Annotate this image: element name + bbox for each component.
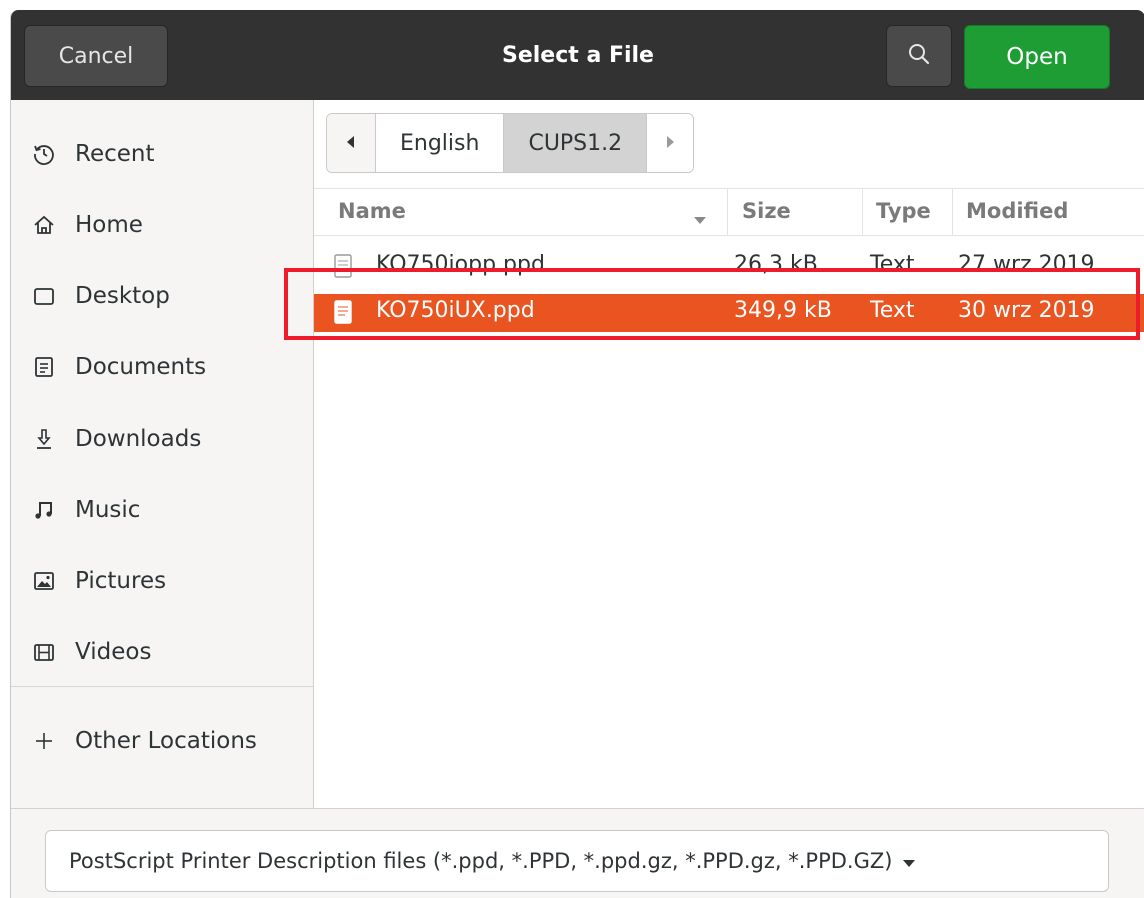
path-crumb-cups[interactable]: CUPS1.2 (504, 114, 648, 172)
sidebar-item-other-locations[interactable]: Other Locations (11, 713, 313, 769)
plus-icon (31, 728, 57, 754)
pictures-icon (31, 568, 57, 594)
sidebar-item-label: Documents (75, 354, 207, 380)
sidebar-item-label: Downloads (75, 426, 202, 452)
column-modified[interactable]: Modified (966, 199, 1068, 223)
search-icon (907, 42, 931, 70)
open-button[interactable]: Open (964, 25, 1110, 89)
sidebar-item-label: Desktop (75, 283, 170, 309)
chevron-down-icon (902, 849, 916, 873)
cancel-button[interactable]: Cancel (24, 25, 168, 87)
sidebar-item-label: Videos (75, 639, 152, 665)
column-name[interactable]: Name (338, 199, 406, 223)
path-crumb-english[interactable]: English (376, 114, 505, 172)
triangle-right-icon (664, 134, 676, 153)
places-sidebar: Recent Home Desktop Documents Downloads (11, 100, 314, 808)
sidebar-item-label: Music (75, 497, 141, 523)
search-button[interactable] (886, 25, 952, 87)
column-type[interactable]: Type (876, 199, 931, 223)
file-chooser-dialog: Cancel Select a File Open Recent Home De (10, 10, 1144, 898)
documents-icon (31, 354, 57, 380)
sidebar-item-label: Other Locations (75, 728, 257, 754)
path-back-button[interactable] (327, 114, 376, 172)
sort-descending-icon[interactable] (692, 207, 708, 231)
file-list-area: English CUPS1.2 Name Size Type Modified (314, 100, 1144, 808)
column-divider (862, 189, 863, 235)
column-size[interactable]: Size (742, 199, 791, 223)
videos-icon (31, 639, 57, 665)
sidebar-item-label: Home (75, 212, 143, 238)
column-divider (952, 189, 953, 235)
path-forward-button[interactable] (647, 114, 694, 172)
sidebar-separator (11, 686, 313, 687)
sidebar-item-desktop[interactable]: Desktop (11, 268, 313, 324)
sidebar-item-videos[interactable]: Videos (11, 624, 313, 680)
sidebar-item-recent[interactable]: Recent (11, 126, 313, 182)
path-bar: English CUPS1.2 (326, 113, 695, 173)
sidebar-item-label: Recent (75, 141, 155, 167)
sidebar-item-documents[interactable]: Documents (11, 339, 313, 395)
file-type-filter-dropdown[interactable]: PostScript Printer Description files (*.… (45, 830, 1109, 892)
sidebar-item-downloads[interactable]: Downloads (11, 411, 313, 467)
filter-label: PostScript Printer Description files (*.… (69, 849, 893, 873)
desktop-icon (31, 283, 57, 309)
sidebar-item-pictures[interactable]: Pictures (11, 553, 313, 609)
triangle-left-icon (345, 134, 357, 153)
column-header: Name Size Type Modified (314, 188, 1144, 236)
home-icon (31, 212, 57, 238)
dialog-footer: PostScript Printer Description files (*.… (11, 808, 1144, 898)
sidebar-item-home[interactable]: Home (11, 197, 313, 253)
header-bar: Cancel Select a File Open (11, 10, 1144, 100)
sidebar-item-music[interactable]: Music (11, 482, 313, 538)
selection-highlight-box (284, 268, 1140, 340)
column-divider (727, 189, 728, 235)
music-icon (31, 497, 57, 523)
sidebar-item-label: Pictures (75, 568, 167, 594)
clock-icon (31, 141, 57, 167)
downloads-icon (31, 426, 57, 452)
